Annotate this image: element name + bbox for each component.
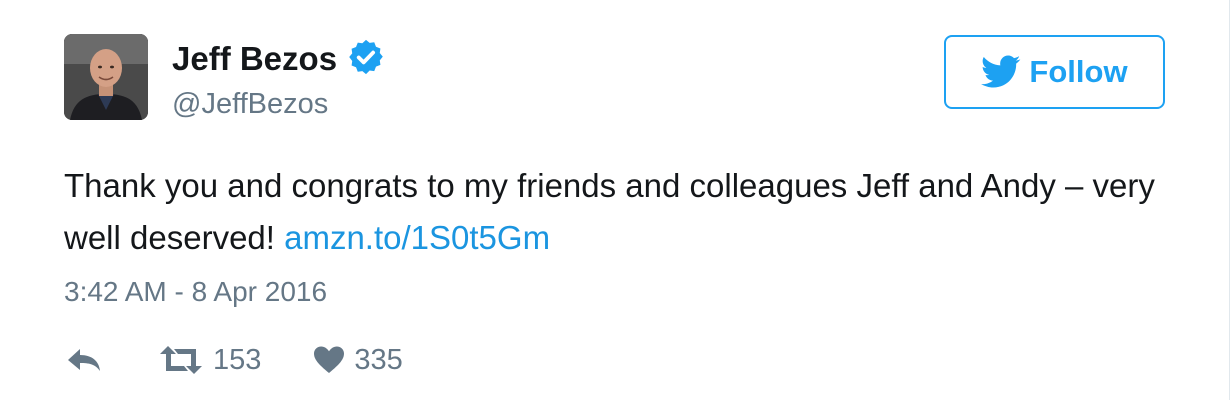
user-name-text[interactable]: Jeff Bezos: [172, 40, 337, 77]
reply-arrow-icon: [68, 349, 100, 371]
tweet-body-text: Thank you and congrats to my friends and…: [64, 167, 1155, 256]
tweet-link[interactable]: amzn.to/1S0t5Gm: [284, 219, 550, 256]
user-name[interactable]: Jeff Bezos: [172, 38, 385, 79]
follow-button[interactable]: Follow: [944, 35, 1165, 109]
like-count: 335: [354, 343, 403, 376]
retweet-count: 153: [213, 343, 262, 376]
tweet-timestamp[interactable]: 3:42 AM - 8 Apr 2016: [64, 274, 327, 310]
user-handle[interactable]: @JeffBezos: [172, 86, 328, 122]
retweet-button[interactable]: 153: [158, 344, 261, 377]
avatar-photo-icon: [64, 34, 148, 120]
like-button[interactable]: 335: [313, 343, 403, 377]
retweet-icon: [160, 346, 202, 374]
heart-icon: [314, 346, 345, 373]
tweet-actions: 153 335: [64, 338, 403, 382]
verified-badge-icon: [349, 39, 383, 75]
tweet-card: Jeff Bezos @JeffBezos Follow Thank you a…: [0, 0, 1230, 400]
twitter-bird-icon: [981, 55, 1021, 88]
user-avatar[interactable]: [64, 34, 148, 120]
follow-label: Follow: [1029, 54, 1128, 89]
tweet-text: Thank you and congrats to my friends and…: [64, 160, 1184, 264]
reply-button[interactable]: [64, 345, 104, 375]
